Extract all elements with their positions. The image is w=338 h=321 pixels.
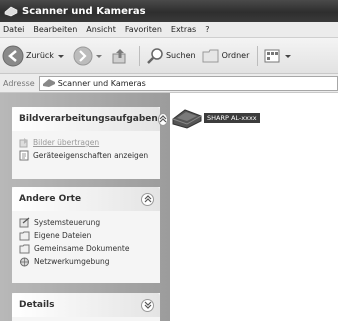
device-label: SHARP AL-xxxx [204, 113, 260, 123]
details-panel: Details [12, 293, 160, 321]
file-view: SHARP AL-xxxx [170, 93, 338, 321]
task-label: Geräteeigenschaften anzeigen [33, 151, 149, 160]
properties-icon [19, 150, 29, 161]
menu-bar: Datei Bearbeiten Ansicht Favoriten Extra… [0, 22, 338, 38]
menu-datei[interactable]: Datei [3, 25, 24, 34]
back-button[interactable]: Zurück [2, 45, 67, 67]
menu-ansicht[interactable]: Ansicht [86, 25, 116, 34]
details-header[interactable]: Details [12, 293, 160, 317]
up-folder-icon [112, 48, 126, 63]
place-label: Eigene Dateien [34, 231, 92, 240]
details-title: Details [19, 300, 55, 310]
address-value: Scanner und Kameras [57, 78, 146, 88]
task-transfer-pictures[interactable]: Bilder übertragen [19, 136, 154, 149]
folder-icon [202, 49, 219, 62]
title-bar: Scanner und Kameras [0, 0, 338, 22]
search-icon [147, 47, 163, 64]
place-shared-documents[interactable]: Gemeinsame Dokumente [19, 242, 154, 255]
search-label: Suchen [165, 51, 196, 60]
folders-button[interactable]: Ordner [202, 48, 250, 64]
menu-bearbeiten[interactable]: Bearbeiten [33, 25, 77, 34]
device-item-sharp[interactable]: SHARP AL-xxxx [172, 107, 260, 129]
dropdown-arrow-icon [57, 54, 64, 58]
back-label: Zurück [26, 51, 54, 60]
dropdown-arrow-icon [95, 54, 102, 58]
place-label: Netzwerkumgebung [34, 257, 110, 266]
place-label: Gemeinsame Dokumente [34, 244, 130, 253]
address-label: Adresse [3, 78, 35, 88]
folder-icon [19, 244, 30, 253]
menu-favoriten[interactable]: Favoriten [125, 25, 162, 34]
place-control-panel[interactable]: Systemsteuerung [19, 216, 154, 229]
collapse-chevron-icon[interactable] [141, 192, 154, 206]
place-label: Systemsteuerung [34, 218, 101, 227]
network-icon [20, 257, 29, 266]
window-title: Scanner und Kameras [22, 5, 146, 17]
views-button[interactable] [264, 49, 294, 63]
toolbar: Zurück Suchen Ordner [0, 38, 338, 74]
back-arrow-icon [2, 45, 24, 66]
toolbar-separator [138, 45, 140, 66]
folder-icon [19, 231, 30, 240]
dropdown-arrow-icon [285, 54, 292, 58]
expand-chevron-icon[interactable] [141, 298, 154, 312]
control-panel-icon [19, 217, 30, 228]
toolbar-separator [257, 45, 259, 66]
search-button[interactable]: Suchen [146, 47, 196, 65]
task-device-properties[interactable]: Geräteeigenschaften anzeigen [19, 149, 154, 162]
other-places-header[interactable]: Andere Orte [12, 187, 160, 211]
scanner-camera-icon [42, 79, 55, 87]
place-network[interactable]: Netzwerkumgebung [19, 255, 154, 268]
scanner-camera-icon [4, 6, 18, 17]
folders-label: Ordner [221, 51, 250, 60]
address-field[interactable]: Scanner und Kameras [38, 75, 338, 91]
scanner-icon [172, 109, 202, 129]
forward-arrow-icon [73, 46, 93, 65]
task-label: Bilder übertragen [33, 138, 100, 147]
up-folder-button[interactable] [111, 47, 131, 65]
menu-extras[interactable]: Extras [171, 25, 196, 34]
menu-help[interactable]: ? [205, 25, 209, 34]
other-places-panel: Andere Orte Systemsteuerung Eigene Datei… [12, 187, 160, 283]
image-tasks-title: Bildverarbeitungsaufgaben [19, 114, 158, 124]
forward-button[interactable] [73, 46, 105, 66]
place-my-documents[interactable]: Eigene Dateien [19, 229, 154, 242]
task-pane: Bildverarbeitungsaufgaben Bilder übertra… [0, 93, 170, 321]
image-tasks-header[interactable]: Bildverarbeitungsaufgaben [12, 107, 168, 131]
views-icon [264, 49, 280, 62]
collapse-chevron-icon[interactable] [157, 112, 168, 126]
other-places-title: Andere Orte [19, 194, 82, 204]
address-bar: Adresse Scanner und Kameras [0, 74, 338, 93]
transfer-pictures-icon [19, 137, 28, 147]
image-tasks-panel: Bildverarbeitungsaufgaben Bilder übertra… [12, 107, 168, 179]
